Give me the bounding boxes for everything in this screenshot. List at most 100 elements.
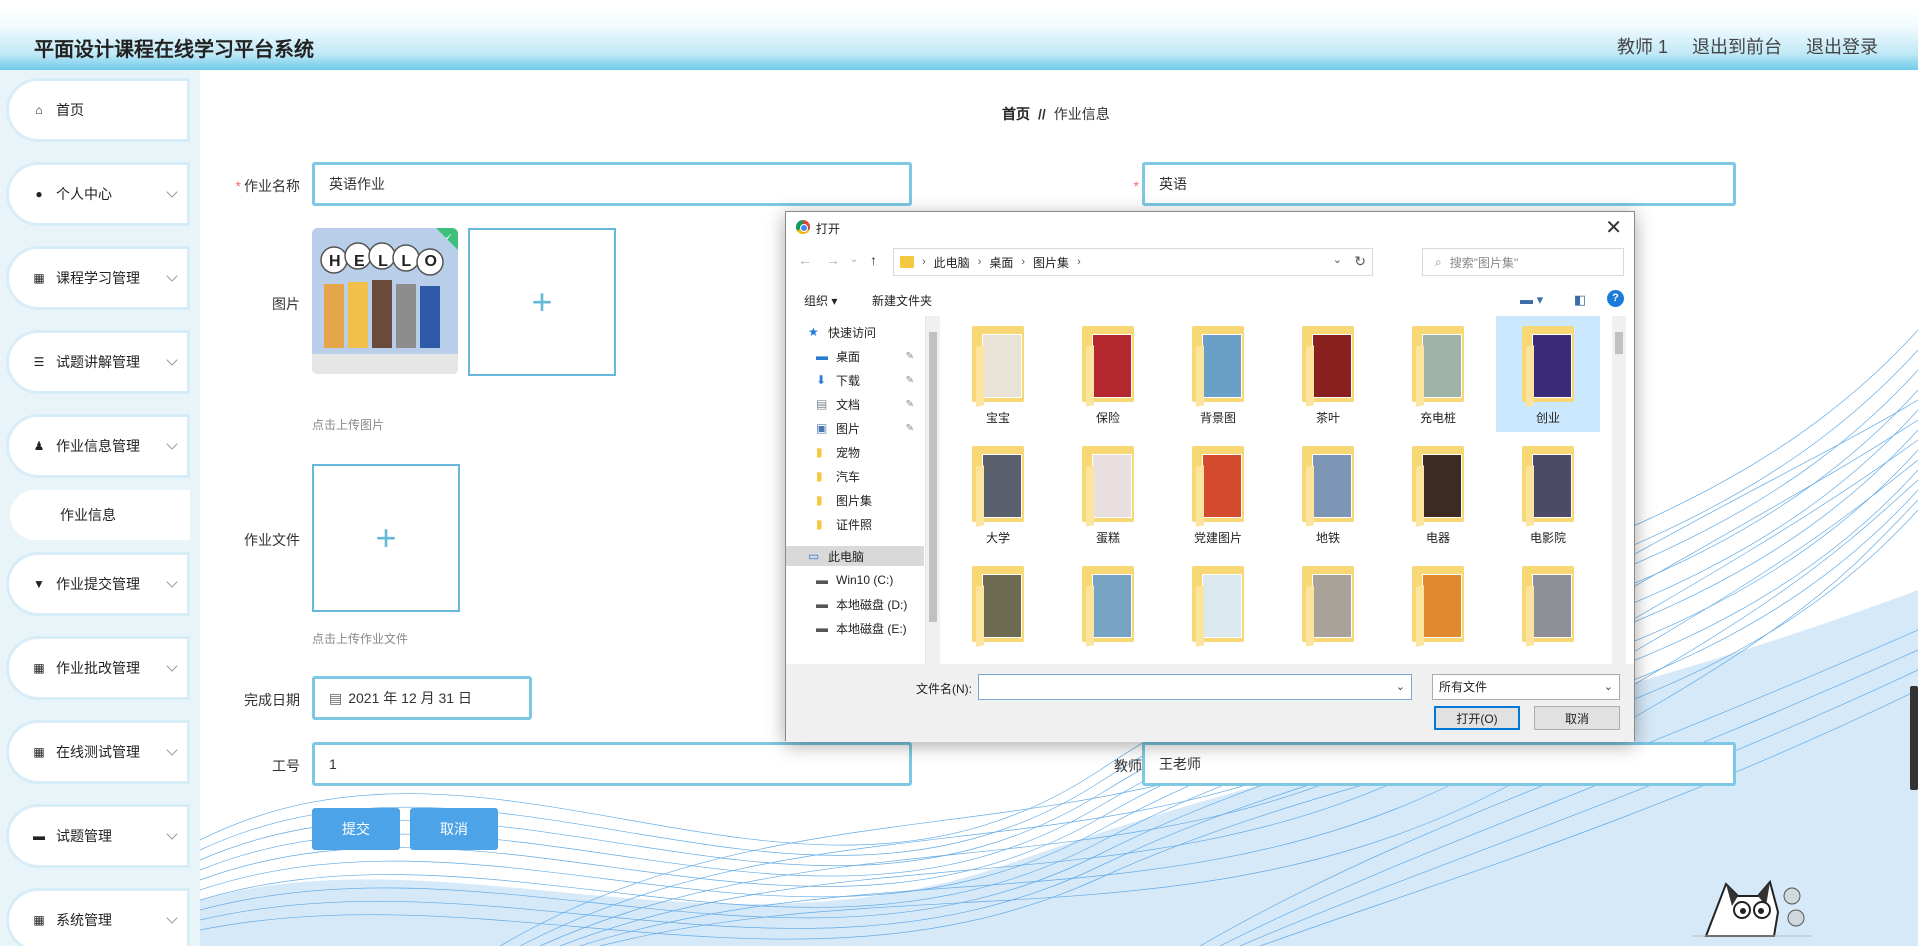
folder-preview-image bbox=[1092, 454, 1132, 518]
folder-tile[interactable]: 充电桩 bbox=[1386, 316, 1490, 432]
sidebar-item-system[interactable]: ▦ 系统管理 bbox=[6, 888, 190, 946]
help-icon[interactable]: ? bbox=[1607, 290, 1624, 307]
subject-input[interactable]: 英语 bbox=[1142, 162, 1736, 206]
teacher-name-input[interactable]: 王老师 bbox=[1142, 742, 1736, 786]
sidebar-item-course[interactable]: ▦ 课程学习管理 bbox=[6, 246, 190, 310]
top-header: 平面设计课程在线学习平台系统 教师 1 退出到前台 退出登录 bbox=[0, 0, 1918, 70]
folder-tile[interactable] bbox=[1056, 556, 1160, 664]
folder-tile[interactable]: 蛋糕 bbox=[1056, 436, 1160, 552]
page-scrollbar[interactable] bbox=[1910, 686, 1918, 790]
nav-pane-item[interactable]: ▮ 证件照 bbox=[786, 514, 924, 534]
close-icon[interactable]: ✕ bbox=[1605, 215, 1622, 240]
view-mode-icon[interactable]: ▬ ▾ bbox=[1520, 292, 1543, 308]
folder-tile[interactable] bbox=[1166, 556, 1270, 664]
folder-tile[interactable]: 地铁 bbox=[1276, 436, 1380, 552]
document-icon: ▤ bbox=[816, 397, 828, 411]
folder-tile[interactable]: 背景图 bbox=[1166, 316, 1270, 432]
folder-tile[interactable]: 创业 bbox=[1496, 316, 1600, 432]
sidebar-item-explain[interactable]: ☰ 试题讲解管理 bbox=[6, 330, 190, 394]
sidebar-subitem-homework-info[interactable]: 作业信息 bbox=[10, 490, 190, 540]
dialog-cancel-button[interactable]: 取消 bbox=[1534, 706, 1620, 730]
folder-preview-image bbox=[1422, 454, 1462, 518]
nav-pane-item[interactable]: ▮ 宠物 bbox=[786, 442, 924, 462]
address-crumb[interactable]: 此电脑 bbox=[934, 254, 970, 271]
filename-input[interactable]: ⌄ bbox=[978, 674, 1412, 700]
folder-tile[interactable]: 电影院 bbox=[1496, 436, 1600, 552]
nav-pane-item[interactable]: ▬ 本地磁盘 (D:) bbox=[786, 594, 924, 614]
sidebar-item-online-test[interactable]: ▦ 在线测试管理 bbox=[6, 720, 190, 784]
nav-pane-item[interactable]: ▬ 桌面 ✎ bbox=[786, 346, 924, 366]
front-link[interactable]: 退出到前台 bbox=[1692, 33, 1782, 59]
preview-pane-icon[interactable]: ◧ bbox=[1574, 292, 1586, 308]
submit-button[interactable]: 提交 bbox=[312, 808, 400, 850]
folder-front-decoration bbox=[1526, 585, 1534, 647]
dialog-search-input[interactable]: ⌕ 搜索"图片集" bbox=[1422, 248, 1624, 276]
nav-pane-scrollbar[interactable] bbox=[926, 316, 940, 664]
folder-tile[interactable]: 宝宝 bbox=[946, 316, 1050, 432]
back-arrow-icon[interactable]: ← bbox=[798, 252, 812, 268]
chevron-down-icon[interactable]: ⌄ bbox=[1396, 680, 1405, 693]
cancel-button[interactable]: 取消 bbox=[410, 808, 498, 850]
address-crumb[interactable]: 桌面 bbox=[989, 254, 1013, 271]
open-button[interactable]: 打开(O) bbox=[1434, 706, 1520, 730]
homework-name-input[interactable]: 英语作业 bbox=[312, 162, 912, 206]
nav-pane-label: 汽车 bbox=[836, 469, 861, 484]
folder-tile[interactable]: 大学 bbox=[946, 436, 1050, 552]
sidebar-item-home[interactable]: ⌂ 首页 bbox=[6, 78, 190, 142]
nav-pane-item[interactable]: ▭ 此电脑 bbox=[786, 546, 924, 566]
forward-arrow-icon[interactable]: → bbox=[826, 252, 840, 268]
address-dropdown-icon[interactable]: ⌄ bbox=[1333, 253, 1342, 266]
folder-front-decoration bbox=[1086, 465, 1094, 527]
id-label: 工号 bbox=[272, 758, 300, 774]
folder-front-decoration bbox=[976, 465, 984, 527]
header-links: 教师 1 退出到前台 退出登录 bbox=[1617, 33, 1878, 59]
uploaded-image-thumbnail[interactable]: HELLO ✓ bbox=[312, 228, 458, 374]
user-name[interactable]: 教师 1 bbox=[1617, 33, 1668, 59]
address-crumb[interactable]: 图片集 bbox=[1033, 254, 1069, 271]
folder-tile[interactable] bbox=[1276, 556, 1380, 664]
folder-tile[interactable]: 电器 bbox=[1386, 436, 1490, 552]
nav-pane-item[interactable]: ▣ 图片 ✎ bbox=[786, 418, 924, 438]
nav-pane-item[interactable]: ⬇ 下载 ✎ bbox=[786, 370, 924, 390]
organize-menu[interactable]: 组织 ▾ bbox=[804, 292, 837, 309]
folder-preview-image bbox=[1422, 334, 1462, 398]
up-arrow-icon[interactable]: ↑ bbox=[870, 252, 877, 268]
sidebar-item-questions[interactable]: ▬ 试题管理 bbox=[6, 804, 190, 868]
folder-tile[interactable] bbox=[946, 556, 1050, 664]
sidebar-item-submit[interactable]: ▼ 作业提交管理 bbox=[6, 552, 190, 616]
folder-tile[interactable]: 党建图片 bbox=[1166, 436, 1270, 552]
file-upload-button[interactable]: + bbox=[312, 464, 460, 612]
id-input[interactable]: 1 bbox=[312, 742, 912, 786]
nav-pane-label: 本地磁盘 (D:) bbox=[836, 597, 908, 612]
nav-pane-item[interactable]: ★ 快速访问 bbox=[786, 322, 924, 342]
new-folder-button[interactable]: 新建文件夹 bbox=[872, 292, 932, 309]
refresh-icon[interactable]: ↻ bbox=[1354, 253, 1366, 270]
date-picker[interactable]: ▤ 2021 年 12 月 31 日 bbox=[312, 676, 532, 720]
nav-pane-item[interactable]: ▬ 本地磁盘 (E:) bbox=[786, 618, 924, 638]
folder-tile[interactable] bbox=[1496, 556, 1600, 664]
filetype-select[interactable]: 所有文件 ⌄ bbox=[1432, 674, 1620, 700]
nav-pane-item[interactable]: ▮ 汽车 bbox=[786, 466, 924, 486]
calendar-icon: ▤ bbox=[329, 690, 343, 706]
file-list-scrollbar[interactable] bbox=[1612, 316, 1626, 664]
folder-front-decoration bbox=[1306, 585, 1314, 647]
nav-pane-item[interactable]: ▬ Win10 (C:) bbox=[786, 570, 924, 590]
grid-icon: ▦ bbox=[33, 913, 45, 927]
breadcrumb-home[interactable]: 首页 bbox=[1002, 106, 1030, 122]
nav-pane-item[interactable]: ▮ 图片集 bbox=[786, 490, 924, 510]
folder-tile[interactable]: 茶叶 bbox=[1276, 316, 1380, 432]
nav-pane-item[interactable]: ▤ 文档 ✎ bbox=[786, 394, 924, 414]
folder-front-decoration bbox=[1416, 585, 1424, 647]
folder-tile[interactable]: 保险 bbox=[1056, 316, 1160, 432]
history-dropdown-icon[interactable]: ⌄ bbox=[850, 254, 858, 265]
sidebar-item-profile[interactable]: ● 个人中心 bbox=[6, 162, 190, 226]
plus-icon: + bbox=[531, 281, 553, 322]
logout-link[interactable]: 退出登录 bbox=[1806, 33, 1878, 59]
folder-tile[interactable] bbox=[1386, 556, 1490, 664]
address-bar[interactable]: › 此电脑 › 桌面 › 图片集 › ⌄ ↻ bbox=[893, 248, 1373, 276]
drive-icon: ▬ bbox=[816, 573, 828, 587]
folder-front-decoration bbox=[1416, 345, 1424, 407]
sidebar-item-homework[interactable]: ♟ 作业信息管理 bbox=[6, 414, 190, 478]
sidebar-item-grading[interactable]: ▦ 作业批改管理 bbox=[6, 636, 190, 700]
image-upload-button[interactable]: + bbox=[468, 228, 616, 376]
